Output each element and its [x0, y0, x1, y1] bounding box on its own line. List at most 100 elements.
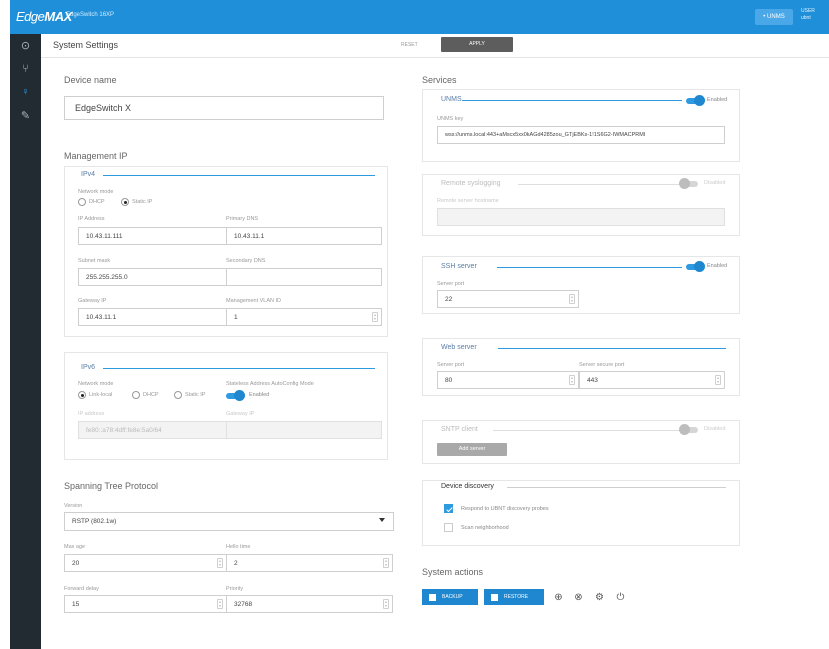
services-title: Services	[422, 75, 457, 85]
device-name-title: Device name	[64, 75, 117, 85]
gateway-label: Gateway IP	[78, 298, 107, 304]
ipv6-divider	[103, 368, 375, 369]
unms-toggle-knob	[694, 95, 705, 106]
secondary-dns-input[interactable]	[226, 268, 382, 286]
add-server-button[interactable]: Add server	[437, 443, 507, 456]
web-port-input[interactable]: 80 ▴ ▾	[437, 371, 579, 389]
sntp-toggle[interactable]	[679, 424, 698, 435]
gateway-input[interactable]: 10.43.11.1	[78, 308, 229, 326]
slaac-state: Enabled	[249, 392, 270, 398]
ssh-toggle[interactable]	[686, 261, 705, 272]
remote-syslog-toggle[interactable]	[679, 178, 698, 189]
subnet-mask-input[interactable]: 255.255.255.0	[78, 268, 229, 286]
web-server-divider	[498, 348, 726, 349]
slaac-toggle[interactable]	[226, 390, 245, 401]
system-icon[interactable]: ♀	[10, 80, 41, 104]
management-ip-title: Management IP	[64, 151, 128, 161]
ipv4-divider	[103, 175, 375, 176]
edgemax-logo[interactable]: EdgeMAX	[16, 9, 72, 24]
priority-label: Priority	[226, 586, 244, 592]
dashboard-icon[interactable]: ⊙	[10, 34, 41, 58]
priority-input[interactable]: 32768 ▴ ▾	[226, 595, 393, 613]
forward-delay-input[interactable]: 15 ▴ ▾	[64, 595, 227, 613]
unms-button[interactable]: • UNMS	[755, 9, 793, 25]
max-age-stepper[interactable]: ▴ ▾	[217, 558, 223, 568]
unms-title: UNMS	[441, 96, 462, 103]
system-actions-title: System actions	[422, 567, 484, 577]
subnet-mask-label: Subnet mask	[78, 258, 111, 264]
sntp-divider	[493, 430, 682, 431]
unms-key-input[interactable]: wss://unms.local:443+aMscx5xx0kAGd4285zo…	[437, 126, 725, 144]
download-icon	[429, 593, 436, 601]
forward-delay-stepper[interactable]: ▴ ▾	[217, 599, 223, 609]
sntp-toggle-knob	[679, 424, 690, 435]
forward-delay-value: 15	[72, 600, 80, 608]
ipv6-link-local-label: Link-local	[89, 392, 113, 398]
restore-button[interactable]: RESTORE	[484, 589, 544, 605]
web-secure-port-stepper[interactable]: ▴ ▾	[715, 375, 721, 385]
web-secure-port-label: Server secure port	[579, 362, 625, 368]
backup-button[interactable]: BACKUP	[422, 589, 478, 605]
stp-title: Spanning Tree Protocol	[64, 481, 159, 491]
ssh-port-stepper[interactable]: ▴ ▾	[569, 294, 575, 304]
user-label: USER	[801, 8, 815, 14]
ipv4-ip-input[interactable]: 10.43.11.111	[78, 227, 229, 245]
power-icon[interactable]: ⏻	[615, 592, 626, 603]
chevron-down-icon	[379, 518, 385, 522]
remote-syslog-title: Remote syslogging	[441, 180, 501, 187]
locate-icon[interactable]: ⊕	[553, 592, 564, 603]
stp-version-value: RSTP (802.1w)	[72, 518, 117, 525]
ssh-title: SSH server	[441, 263, 477, 270]
max-age-input[interactable]: 20 ▴ ▾	[64, 554, 227, 572]
unms-key-label: UNMS key	[437, 116, 464, 122]
ipv6-static-radio[interactable]	[174, 391, 182, 399]
reset-button[interactable]: RESET	[401, 40, 418, 51]
device-discovery-title: Device discovery	[441, 483, 494, 490]
device-discovery-divider	[507, 487, 726, 488]
priority-stepper[interactable]: ▴ ▾	[383, 599, 389, 609]
respond-probes-checkbox[interactable]	[444, 504, 453, 513]
slaac-label: Stateless Address AutoConfig Mode	[226, 381, 314, 387]
web-server-title: Web server	[441, 344, 477, 351]
web-secure-port-input[interactable]: 443 ▴ ▾	[579, 371, 725, 389]
tools-icon[interactable]: ✎	[10, 104, 41, 128]
device-name-input[interactable]: EdgeSwitch X	[64, 96, 384, 120]
sntp-title: SNTP client	[441, 426, 478, 433]
user-menu[interactable]: USER ubnt	[801, 8, 815, 22]
ssh-port-input[interactable]: 22 ▴ ▾	[437, 290, 579, 308]
ipv6-ip-input[interactable]: fe80::a78:4dff:fe8e:5a0/64	[78, 421, 229, 439]
ipv4-dhcp-radio[interactable]	[78, 198, 86, 206]
web-secure-port-value: 443	[587, 376, 598, 384]
device-model: EdgeSwitch 16XP	[66, 12, 115, 18]
hello-time-stepper[interactable]: ▴ ▾	[383, 558, 389, 568]
slaac-toggle-knob	[234, 390, 245, 401]
ipv6-gateway-input[interactable]	[226, 421, 382, 439]
reset-defaults-icon[interactable]: ⊗	[573, 592, 584, 603]
forward-delay-label: Forward delay	[64, 586, 99, 592]
hello-time-value: 2	[234, 559, 238, 567]
respond-probes-label: Respond to UBNT discovery probes	[461, 506, 549, 512]
web-port-value: 80	[445, 376, 453, 384]
ssh-divider	[497, 267, 682, 268]
vlan-stepper[interactable]: ▴ ▾	[372, 312, 378, 322]
hello-time-input[interactable]: 2 ▴ ▾	[226, 554, 393, 572]
unms-toggle[interactable]	[686, 95, 705, 106]
topology-icon[interactable]: ⑂	[10, 57, 41, 81]
vlan-input[interactable]: 1 ▴ ▾	[226, 308, 382, 326]
vlan-value: 1	[234, 313, 238, 321]
scan-neighborhood-checkbox[interactable]	[444, 523, 453, 532]
remote-server-input[interactable]	[437, 208, 725, 226]
ipv4-dhcp-label: DHCP	[89, 199, 105, 205]
remote-server-label: Remote server hostname	[437, 198, 499, 204]
page-header: System Settings RESET APPLY	[41, 34, 829, 58]
stp-version-select[interactable]: RSTP (802.1w)	[64, 512, 394, 531]
web-port-stepper[interactable]: ▴ ▾	[569, 375, 575, 385]
ipv6-ip-label: IP address	[78, 411, 105, 417]
ipv6-dhcp-radio[interactable]	[132, 391, 140, 399]
ipv6-link-local-radio[interactable]	[78, 391, 86, 399]
settings-gear-icon[interactable]: ⚙	[594, 592, 605, 603]
ipv4-static-radio[interactable]	[121, 198, 129, 206]
restore-label: RESTORE	[504, 594, 529, 600]
apply-button[interactable]: APPLY	[441, 37, 513, 52]
primary-dns-input[interactable]: 10.43.11.1	[226, 227, 382, 245]
